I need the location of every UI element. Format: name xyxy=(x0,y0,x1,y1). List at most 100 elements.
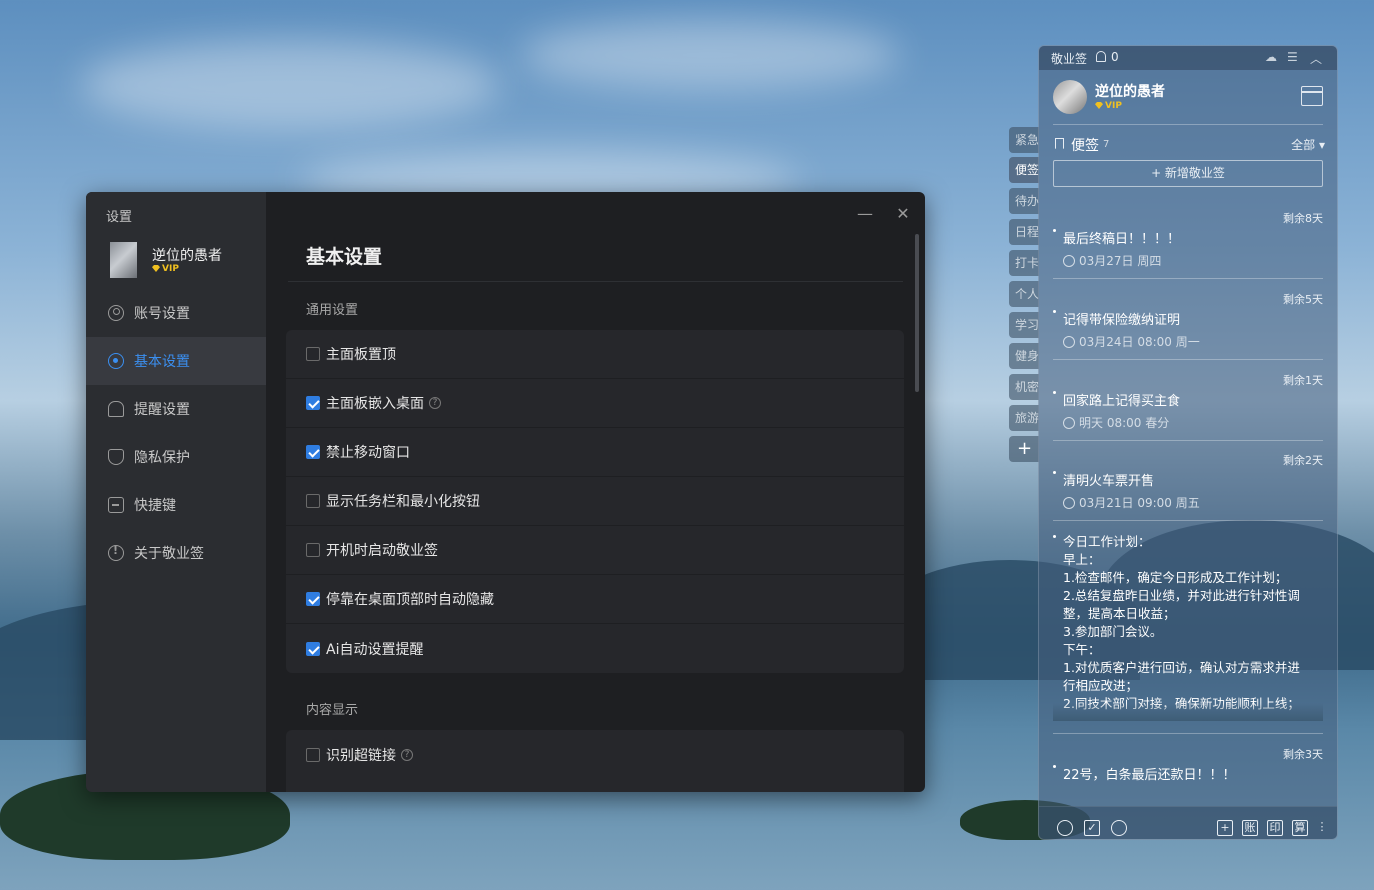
nav-shortcuts[interactable]: 快捷键 xyxy=(86,481,266,529)
section-title-display: 内容显示 xyxy=(306,703,359,718)
print-icon[interactable]: 印 xyxy=(1267,820,1283,836)
remaining-days: 剩余8天 xyxy=(1283,212,1323,225)
filter-dropdown[interactable]: 全部 ▾ xyxy=(1291,136,1325,153)
plan-line: 整，提高本日收益； xyxy=(1063,606,1176,621)
bullet xyxy=(1053,229,1056,232)
note-item[interactable]: 剩余5天 记得带保险缴纳证明 03月24日 08:00 周一 xyxy=(1053,291,1323,361)
vip-badge: VIP xyxy=(152,264,179,274)
option-embed-desktop[interactable]: 主面板嵌入桌面 ? xyxy=(286,379,904,428)
note-item[interactable]: 剩余1天 回家路上记得买主食 明天 08:00 春分 xyxy=(1053,372,1323,442)
vip-badge: VIP xyxy=(1095,101,1122,111)
more-icon[interactable]: ⋮ xyxy=(1314,820,1330,836)
tab-notes[interactable]: 便签 xyxy=(1009,157,1039,183)
checkbox[interactable] xyxy=(306,347,320,361)
help-icon[interactable]: ? xyxy=(401,748,413,761)
add-icon[interactable]: + xyxy=(1217,820,1233,836)
work-plan-note[interactable]: 今日工作计划： 早上： 1.检查邮件，确定今日形成及工作计划； 2.总结复盘昨日… xyxy=(1053,531,1323,721)
divider xyxy=(1053,733,1323,734)
note-item[interactable]: 剩余3天 22号，白条最后还款日！！！ xyxy=(1053,746,1323,796)
option-auto-hide[interactable]: 停靠在桌面顶部时自动隐藏 xyxy=(286,575,904,624)
diamond-icon xyxy=(1095,102,1103,109)
avatar xyxy=(1053,80,1087,114)
section-title-general: 通用设置 xyxy=(306,303,359,318)
tab-fitness[interactable]: 健身 xyxy=(1009,343,1039,369)
help-icon[interactable]: ? xyxy=(429,397,441,409)
bullet xyxy=(1053,535,1056,538)
cloud-sync-icon[interactable]: ☁ xyxy=(1265,50,1277,64)
checkbox[interactable] xyxy=(306,592,320,606)
diamond-icon xyxy=(152,265,160,272)
notification-count: 0 xyxy=(1111,50,1119,64)
option-lock-window[interactable]: 禁止移动窗口 xyxy=(286,428,904,477)
clock-icon[interactable] xyxy=(1057,820,1073,836)
category-count: 7 xyxy=(1103,139,1110,150)
tab-todo[interactable]: 待办 xyxy=(1009,188,1039,214)
divider xyxy=(1053,359,1323,360)
divider xyxy=(288,281,903,282)
chevron-up-icon[interactable]: ︿ xyxy=(1310,50,1322,67)
plan-line: 1.对优质客户进行回访，确认对方需求并进 xyxy=(1063,660,1300,675)
nav-label: 提醒设置 xyxy=(134,402,190,418)
nav-reminder-settings[interactable]: 提醒设置 xyxy=(86,385,266,433)
checklist-icon[interactable]: ✓ xyxy=(1084,820,1100,836)
option-launch-on-startup[interactable]: 开机时启动敬业签 xyxy=(286,526,904,575)
plan-line: 下午： xyxy=(1063,642,1101,657)
option-pin-panel[interactable]: 主面板置顶 xyxy=(286,330,904,379)
checkbox[interactable] xyxy=(306,747,320,762)
notes-topbar: 敬业签 0 ☁ ☰ ︿ xyxy=(1039,46,1337,70)
tab-study[interactable]: 学习 xyxy=(1009,312,1039,338)
note-title: 22号，白条最后还款日！！！ xyxy=(1063,768,1236,783)
option-show-taskbar[interactable]: 显示任务栏和最小化按钮 xyxy=(286,477,904,526)
clock-icon xyxy=(1063,255,1075,267)
checkbox[interactable] xyxy=(306,641,320,656)
calendar-icon[interactable] xyxy=(1301,86,1323,106)
tab-travel[interactable]: 旅游 xyxy=(1009,405,1039,431)
option-ai-reminder[interactable]: Ai自动设置提醒 xyxy=(286,624,904,673)
plan-line: 3.参加部门会议。 xyxy=(1063,624,1163,639)
add-tab-button[interactable]: + xyxy=(1009,436,1039,462)
notes-panel: 敬业签 0 ☁ ☰ ︿ 逆位的愚者 VIP 便签 7 全部 ▾ + 新增敬业签 … xyxy=(1038,45,1338,840)
window-title: 设置 xyxy=(106,210,133,225)
tab-confidential[interactable]: 机密 xyxy=(1009,374,1039,400)
bell-icon xyxy=(108,401,124,417)
bell-icon[interactable] xyxy=(1096,51,1106,62)
remaining-days: 剩余2天 xyxy=(1283,454,1323,467)
tab-personal[interactable]: 个人 xyxy=(1009,281,1039,307)
note-time: 03月21日 09:00 周五 xyxy=(1063,494,1200,511)
note-item[interactable]: 剩余2天 清明火车票开售 03月21日 09:00 周五 xyxy=(1053,452,1323,522)
shield-icon xyxy=(108,449,124,465)
minimize-button[interactable]: — xyxy=(855,204,875,224)
scrollbar[interactable] xyxy=(915,234,919,392)
calculator-icon[interactable]: 算 xyxy=(1292,820,1308,836)
checkbox[interactable] xyxy=(306,445,320,459)
nav-about[interactable]: 关于敬业签 xyxy=(86,529,266,577)
tab-schedule[interactable]: 日程 xyxy=(1009,219,1039,245)
note-title: 清明火车票开售 xyxy=(1063,474,1155,489)
ledger-icon[interactable]: 账 xyxy=(1242,820,1258,836)
divider xyxy=(1053,440,1323,441)
user-profile[interactable]: 逆位的愚者 VIP xyxy=(110,242,260,278)
bullet xyxy=(1053,765,1056,768)
user-name: 逆位的愚者 xyxy=(1095,84,1165,100)
note-item[interactable]: 剩余8天 最后终稿日！！！！ 03月27日 周四 xyxy=(1053,210,1323,280)
menu-icon[interactable]: ☰ xyxy=(1287,50,1298,64)
remaining-days: 剩余5天 xyxy=(1283,293,1323,306)
close-button[interactable]: ✕ xyxy=(893,204,913,224)
checkbox[interactable] xyxy=(306,396,320,410)
search-icon[interactable] xyxy=(1111,820,1127,836)
clock-icon xyxy=(1063,497,1075,509)
settings-window: 设置 逆位的愚者 VIP 账号设置 基本设置 提醒设置 隐私保护 快捷键 关 xyxy=(86,192,925,792)
category-name: 便签 xyxy=(1071,138,1099,154)
tab-checkin[interactable]: 打卡 xyxy=(1009,250,1039,276)
checkbox[interactable] xyxy=(306,494,320,508)
divider xyxy=(1053,520,1323,521)
note-title: 最后终稿日！！！！ xyxy=(1063,232,1181,247)
nav-account-settings[interactable]: 账号设置 xyxy=(86,289,266,337)
nav-basic-settings[interactable]: 基本设置 xyxy=(86,337,266,385)
option-detect-links[interactable]: 识别超链接 ? xyxy=(286,730,904,779)
bullet xyxy=(1053,391,1056,394)
add-note-button[interactable]: + 新增敬业签 xyxy=(1053,160,1323,187)
nav-privacy[interactable]: 隐私保护 xyxy=(86,433,266,481)
checkbox[interactable] xyxy=(306,543,320,557)
tab-urgent[interactable]: 紧急 xyxy=(1009,127,1039,153)
